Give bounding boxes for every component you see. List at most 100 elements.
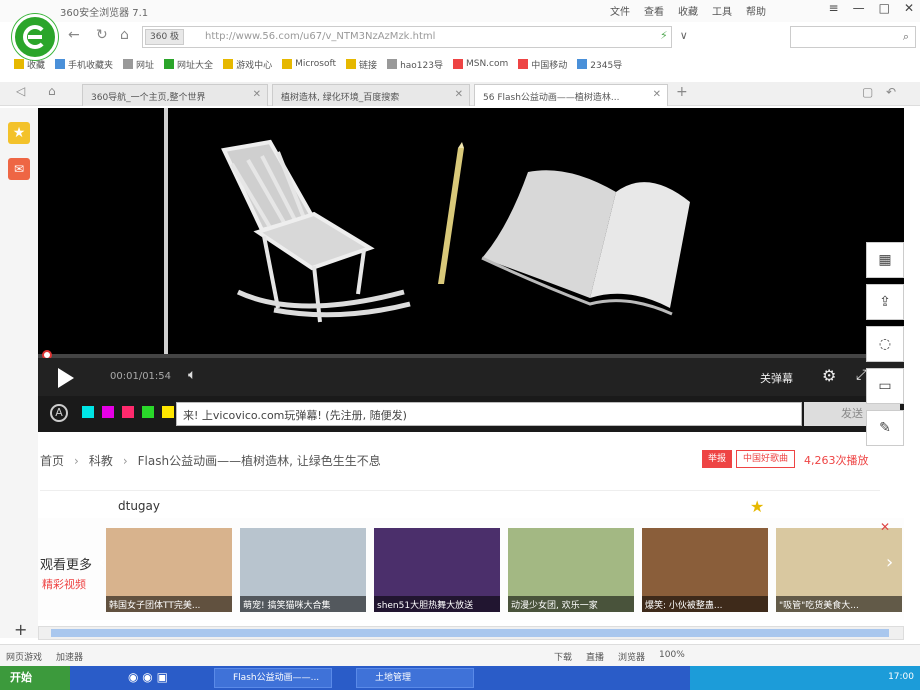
add-icon[interactable]: + — [14, 620, 27, 639]
recommend-thumbnail[interactable]: "吸管"吃货美食大... — [776, 528, 902, 612]
tab-flash-video[interactable]: 56 Flash公益动画——植树造林... ✕ — [474, 84, 668, 106]
menu-file[interactable]: 文件 — [610, 3, 630, 18]
bookmark-item[interactable]: hao123导 — [387, 58, 443, 71]
china-song-badge[interactable]: 中国好歌曲 — [736, 450, 796, 468]
bookmark-item[interactable]: MSN.com — [452, 59, 508, 69]
undo-close-icon[interactable]: ↶ — [886, 85, 896, 99]
chevron-left-icon[interactable]: ‹ — [98, 552, 105, 573]
report-button[interactable]: 举报 — [702, 450, 733, 468]
mail-icon[interactable]: ✉ — [8, 158, 30, 180]
tab-home-icon[interactable]: ⌂ — [48, 84, 56, 98]
color-swatch[interactable] — [82, 406, 94, 418]
color-swatch[interactable] — [142, 406, 154, 418]
thumbnail-caption: "吸管"吃货美食大... — [776, 596, 902, 612]
folder-icon — [123, 59, 134, 69]
scrollbar-thumb[interactable] — [51, 629, 889, 637]
tab-baidu-search[interactable]: 植树造林, 绿化环境_百度搜索 ✕ — [272, 84, 470, 106]
bookmark-item[interactable]: 2345导 — [577, 58, 622, 71]
start-button[interactable]: 开始 — [0, 666, 70, 690]
menu-favorites[interactable]: 收藏 — [678, 3, 698, 18]
tabs-bar: ◁ ⌂ 360导航_一个主页,整个世界 ✕ 植树造林, 绿化环境_百度搜索 ✕ … — [0, 82, 920, 106]
color-swatch[interactable] — [162, 406, 174, 418]
status-web-games[interactable]: 网页游戏 — [6, 650, 42, 663]
recommend-thumbnail[interactable]: shen51大胆热舞大放送 — [374, 528, 500, 612]
video-player[interactable] — [38, 108, 904, 354]
recommend-thumbnail[interactable]: 韩国女子团体TT完美... — [106, 528, 232, 612]
status-live[interactable]: 直播 — [586, 650, 604, 663]
tab-list-icon[interactable]: ▢ — [862, 85, 873, 99]
breadcrumb-category[interactable]: 科教 — [89, 452, 113, 469]
bookmark-label: Microsoft — [295, 59, 337, 69]
share-icon: ⇪ — [879, 294, 891, 310]
favorite-star-icon[interactable]: ★ — [8, 122, 30, 144]
address-bar[interactable]: 360 极 http://www.56.com/u67/v_NTM3NzAzMz… — [142, 26, 672, 48]
search-icon[interactable]: ⌕ — [903, 30, 909, 44]
menu-icon[interactable]: ≡ — [829, 1, 839, 15]
recommend-thumbnail[interactable]: 爆笑: 小伙被整蛊... — [642, 528, 768, 612]
bookmark-item[interactable]: 手机收藏夹 — [55, 58, 113, 71]
horizontal-scrollbar[interactable] — [38, 626, 904, 640]
bookmark-item[interactable]: 链接 — [346, 58, 377, 71]
tab-close-icon[interactable]: ✕ — [653, 89, 661, 100]
qr-code-button[interactable]: ▦ — [866, 242, 904, 278]
taskbar-land-task[interactable]: 土地管理 — [356, 668, 474, 688]
refresh-icon[interactable]: ↻ — [96, 27, 108, 43]
bookmark-item[interactable]: 收藏 — [14, 58, 45, 71]
tab-scroll-left-icon[interactable]: ◁ — [16, 84, 25, 98]
search-box[interactable]: ⌕ — [790, 26, 916, 48]
maximize-icon[interactable]: □ — [879, 1, 890, 15]
breadcrumb: 首页 › 科教 › Flash公益动画——植树造林, 让绿色生生不息 — [40, 452, 381, 469]
recommend-thumbnail[interactable]: 萌宠! 搞笑猫咪大合集 — [240, 528, 366, 612]
dropdown-icon[interactable]: ∨ — [680, 29, 688, 42]
taskbar: 开始 ◉ ◉ ▣ Flash公益动画——... 土地管理 17:00 — [0, 666, 920, 690]
close-icon[interactable]: ✕ — [880, 520, 890, 534]
feedback-button[interactable]: ✎ — [866, 410, 904, 446]
status-accelerator[interactable]: 加速器 — [56, 650, 83, 663]
home-icon[interactable]: ⌂ — [120, 27, 129, 43]
danmaku-style-icon[interactable]: A — [50, 404, 68, 422]
bookmark-label: 中国移动 — [531, 60, 568, 71]
uploader-name[interactable]: dtugay — [118, 499, 160, 513]
menu-tools[interactable]: 工具 — [712, 3, 732, 18]
close-icon[interactable]: ✕ — [904, 1, 914, 15]
chevron-right-icon[interactable]: › — [886, 552, 893, 573]
new-tab-icon[interactable]: + — [676, 84, 688, 100]
back-icon[interactable]: ← — [68, 27, 80, 43]
tab-360-nav[interactable]: 360导航_一个主页,整个世界 ✕ — [82, 84, 268, 106]
qr-icon: ▦ — [878, 252, 892, 268]
star-icon[interactable]: ★ — [750, 497, 764, 516]
zoom-level[interactable]: 100% — [659, 650, 685, 663]
chevron-right-icon: › — [122, 453, 128, 468]
bookmark-item[interactable]: Microsoft — [282, 59, 336, 69]
popout-button[interactable]: ▭ — [866, 368, 904, 404]
color-swatch[interactable] — [102, 406, 114, 418]
settings-gear-icon[interactable]: ⚙ — [822, 366, 836, 385]
quicklaunch-icons[interactable]: ◉ ◉ ▣ — [128, 670, 168, 684]
color-swatch[interactable] — [122, 406, 134, 418]
breadcrumb-home[interactable]: 首页 — [40, 452, 64, 469]
volume-icon[interactable]: 🔈︎ — [188, 367, 196, 383]
status-browser[interactable]: 浏览器 — [618, 650, 645, 663]
share-button[interactable]: ⇪ — [866, 284, 904, 320]
status-download[interactable]: 下载 — [554, 650, 572, 663]
title-bar: 360安全浏览器 7.1 文件 查看 收藏 工具 帮助 ≡ — □ ✕ — [0, 0, 920, 22]
menu-view[interactable]: 查看 — [644, 3, 664, 18]
bookmark-item[interactable]: 网址大全 — [164, 58, 213, 71]
bookmark-item[interactable]: 游戏中心 — [223, 58, 272, 71]
play-icon[interactable] — [58, 368, 74, 388]
danmaku-toggle-button[interactable]: 关弹幕 — [760, 370, 793, 386]
menu-help[interactable]: 帮助 — [746, 3, 766, 18]
tab-close-icon[interactable]: ✕ — [455, 89, 463, 100]
danmaku-input[interactable]: 来! 上vicovico.com玩弹幕! (先注册, 随便发) — [176, 402, 802, 426]
recommend-thumbnail[interactable]: 动漫少女团, 欢乐一家 — [508, 528, 634, 612]
taskbar-browser-task[interactable]: Flash公益动画——... — [214, 668, 332, 688]
bookmark-item[interactable]: 网址 — [123, 58, 154, 71]
window-icon: ▭ — [878, 378, 892, 394]
address-url[interactable]: http://www.56.com/u67/v_NTM3NzAzMzk.html — [205, 31, 435, 42]
mode-badge[interactable]: 360 极 — [145, 29, 185, 45]
speed-icon[interactable]: ⚡ — [660, 29, 668, 42]
bookmark-item[interactable]: 中国移动 — [518, 58, 567, 71]
minimize-icon[interactable]: — — [853, 1, 865, 15]
light-button[interactable]: ◌ — [866, 326, 904, 362]
tab-close-icon[interactable]: ✕ — [253, 89, 261, 100]
